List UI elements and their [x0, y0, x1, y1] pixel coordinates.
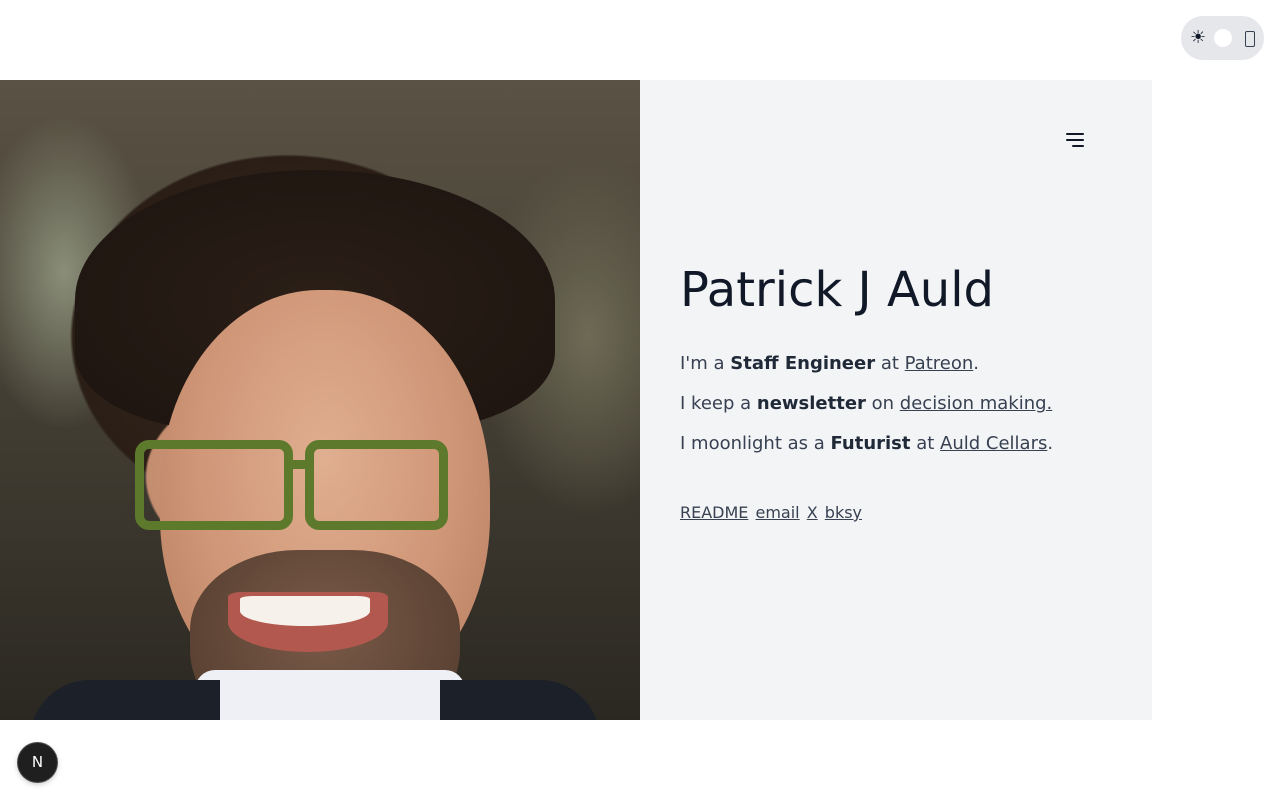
bio-line-futurist: I moonlight as a Futurist at Auld Cellar… — [680, 432, 1130, 456]
patreon-link[interactable]: Patreon — [905, 353, 974, 374]
bio-text: on — [865, 393, 900, 414]
bio-text: I'm a — [680, 353, 731, 374]
photo-shirt — [195, 670, 465, 720]
info-panel: Patrick J Auld I'm a Staff Engineer at P… — [640, 80, 1152, 720]
bio-text: at — [875, 353, 905, 374]
photo-glasses-left — [135, 440, 293, 530]
auld-cellars-link[interactable]: Auld Cellars — [940, 433, 1047, 454]
bio-line-job: I'm a Staff Engineer at Patreon. — [680, 352, 1130, 376]
hero-section: Patrick J Auld I'm a Staff Engineer at P… — [0, 80, 1152, 720]
photo-jacket-right — [440, 680, 600, 720]
bio-role: Futurist — [830, 433, 911, 454]
menu-icon[interactable] — [1062, 130, 1084, 150]
photo-glasses-bridge — [284, 460, 314, 469]
newsletter-link[interactable]: decision making. — [900, 393, 1052, 414]
bio-line-newsletter: I keep a newsletter on decision making. — [680, 392, 1130, 416]
moon-icon — [1245, 28, 1255, 52]
toggle-knob — [1214, 29, 1232, 47]
page-title: Patrick J Auld — [680, 262, 995, 318]
bio-text: . — [1047, 433, 1054, 454]
x-link[interactable]: X — [807, 503, 818, 522]
bio-role: Staff Engineer — [730, 353, 876, 374]
bio-text: . — [973, 353, 980, 374]
social-links: README email X bksy — [680, 502, 864, 524]
theme-toggle[interactable]: ☀ — [1181, 16, 1264, 60]
email-link[interactable]: email — [756, 503, 800, 522]
bio: I'm a Staff Engineer at Patreon. I keep … — [680, 352, 1130, 472]
page: ☀ Patrick J Auld I'm a Staff Engineer at… — [0, 0, 1280, 800]
bio-text: at — [910, 433, 941, 454]
photo-glasses-right — [305, 440, 448, 530]
photo-jacket-left — [30, 680, 220, 720]
sun-icon: ☀ — [1190, 27, 1207, 48]
bksy-link[interactable]: bksy — [825, 503, 862, 522]
readme-link[interactable]: README — [680, 503, 748, 522]
bio-role: newsletter — [756, 393, 866, 414]
photo-teeth — [240, 596, 370, 626]
bio-text: I keep a — [680, 393, 757, 414]
bio-text: I moonlight as a — [680, 433, 831, 454]
nextjs-badge-icon[interactable]: N — [18, 743, 57, 782]
profile-photo — [0, 80, 640, 720]
